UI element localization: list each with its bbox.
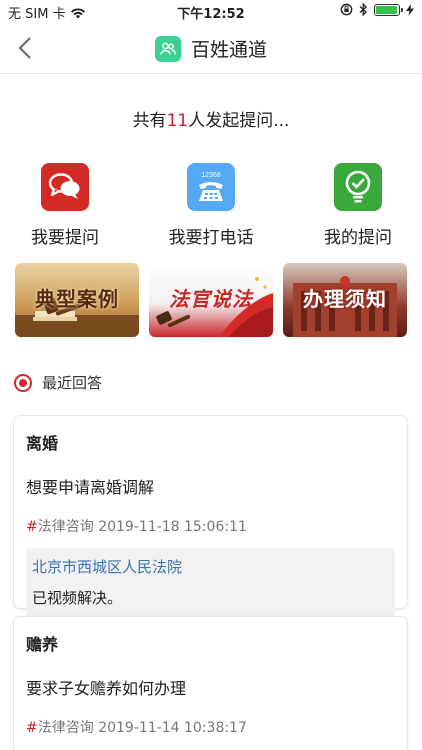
reply-text: 已视频解决。 <box>32 589 123 607</box>
battery-icon <box>374 3 403 16</box>
banner-typical-cases-text: 典型案例 <box>35 287 119 311</box>
count-suffix: 人发起提问... <box>188 111 290 131</box>
card-reply: 北京市西城区人民法院 已视频解决。 <box>26 548 395 618</box>
card-meta: #法律咨询 2019-11-18 15:06:11 <box>26 516 395 536</box>
recent-answers-header: 最近回答 <box>14 372 102 393</box>
orientation-lock-icon <box>340 3 353 16</box>
answer-card[interactable]: 赡养 要求子女赡养如何办理 #法律咨询 2019-11-14 10:38:17 <box>14 617 407 750</box>
status-bar: 无 SIM 卡 下午12:52 <box>0 0 422 22</box>
recent-answers-title: 最近回答 <box>42 374 103 392</box>
nav-title-group: 百姓通道 <box>0 35 422 62</box>
count-prefix: 共有 <box>132 111 167 131</box>
card-datetime: 2019-11-14 10:38:17 <box>98 720 247 736</box>
ask-question-button[interactable]: 我要提问 <box>5 163 125 248</box>
card-category: 法律咨询 <box>37 519 94 535</box>
banner-guide[interactable]: 办理须知 <box>283 263 407 337</box>
banner-judge-talk[interactable]: 法官说法 <box>149 263 273 337</box>
question-count: 11 <box>166 111 189 131</box>
charging-icon <box>406 3 414 16</box>
hash-mark: # <box>26 519 38 535</box>
card-title: 离婚 <box>26 434 59 453</box>
hash-mark: # <box>26 720 38 736</box>
court-emblem-icon <box>14 373 32 392</box>
people-icon <box>154 35 181 62</box>
phone-12368-icon: 12368 <box>187 163 235 211</box>
question-count-line: 共有11人发起提问... <box>0 106 422 131</box>
banner-typical-cases[interactable]: 典型案例 <box>15 263 139 337</box>
card-category: 法律咨询 <box>37 720 94 736</box>
banner-judge-talk-text: 法官说法 <box>169 287 253 311</box>
status-right <box>340 3 414 16</box>
bluetooth-icon <box>359 3 367 16</box>
chat-bubbles-icon <box>41 163 89 211</box>
nav-bar: 百姓通道 <box>0 22 422 74</box>
page-title: 百姓通道 <box>190 39 267 61</box>
card-title: 赡养 <box>26 635 59 654</box>
check-badge-icon <box>334 163 382 211</box>
card-meta: #法律咨询 2019-11-14 10:38:17 <box>26 717 395 737</box>
reply-court[interactable]: 北京市西城区人民法院 <box>32 556 389 577</box>
card-question: 想要申请离婚调解 <box>26 478 155 497</box>
my-questions-label: 我的提问 <box>324 228 392 248</box>
answer-card[interactable]: 离婚 想要申请离婚调解 #法律咨询 2019-11-18 15:06:11 北京… <box>14 416 407 618</box>
call-label: 我要打电话 <box>168 228 254 248</box>
banner-guide-text: 办理须知 <box>303 287 387 311</box>
card-datetime: 2019-11-18 15:06:11 <box>98 519 247 535</box>
call-button[interactable]: 12368 我要打电话 <box>151 163 271 248</box>
ask-question-label: 我要提问 <box>31 228 99 248</box>
hotline-number: 12368 <box>201 172 221 179</box>
my-questions-button[interactable]: 我的提问 <box>298 163 418 248</box>
card-question: 要求子女赡养如何办理 <box>26 679 187 698</box>
battery-fill <box>376 5 397 14</box>
